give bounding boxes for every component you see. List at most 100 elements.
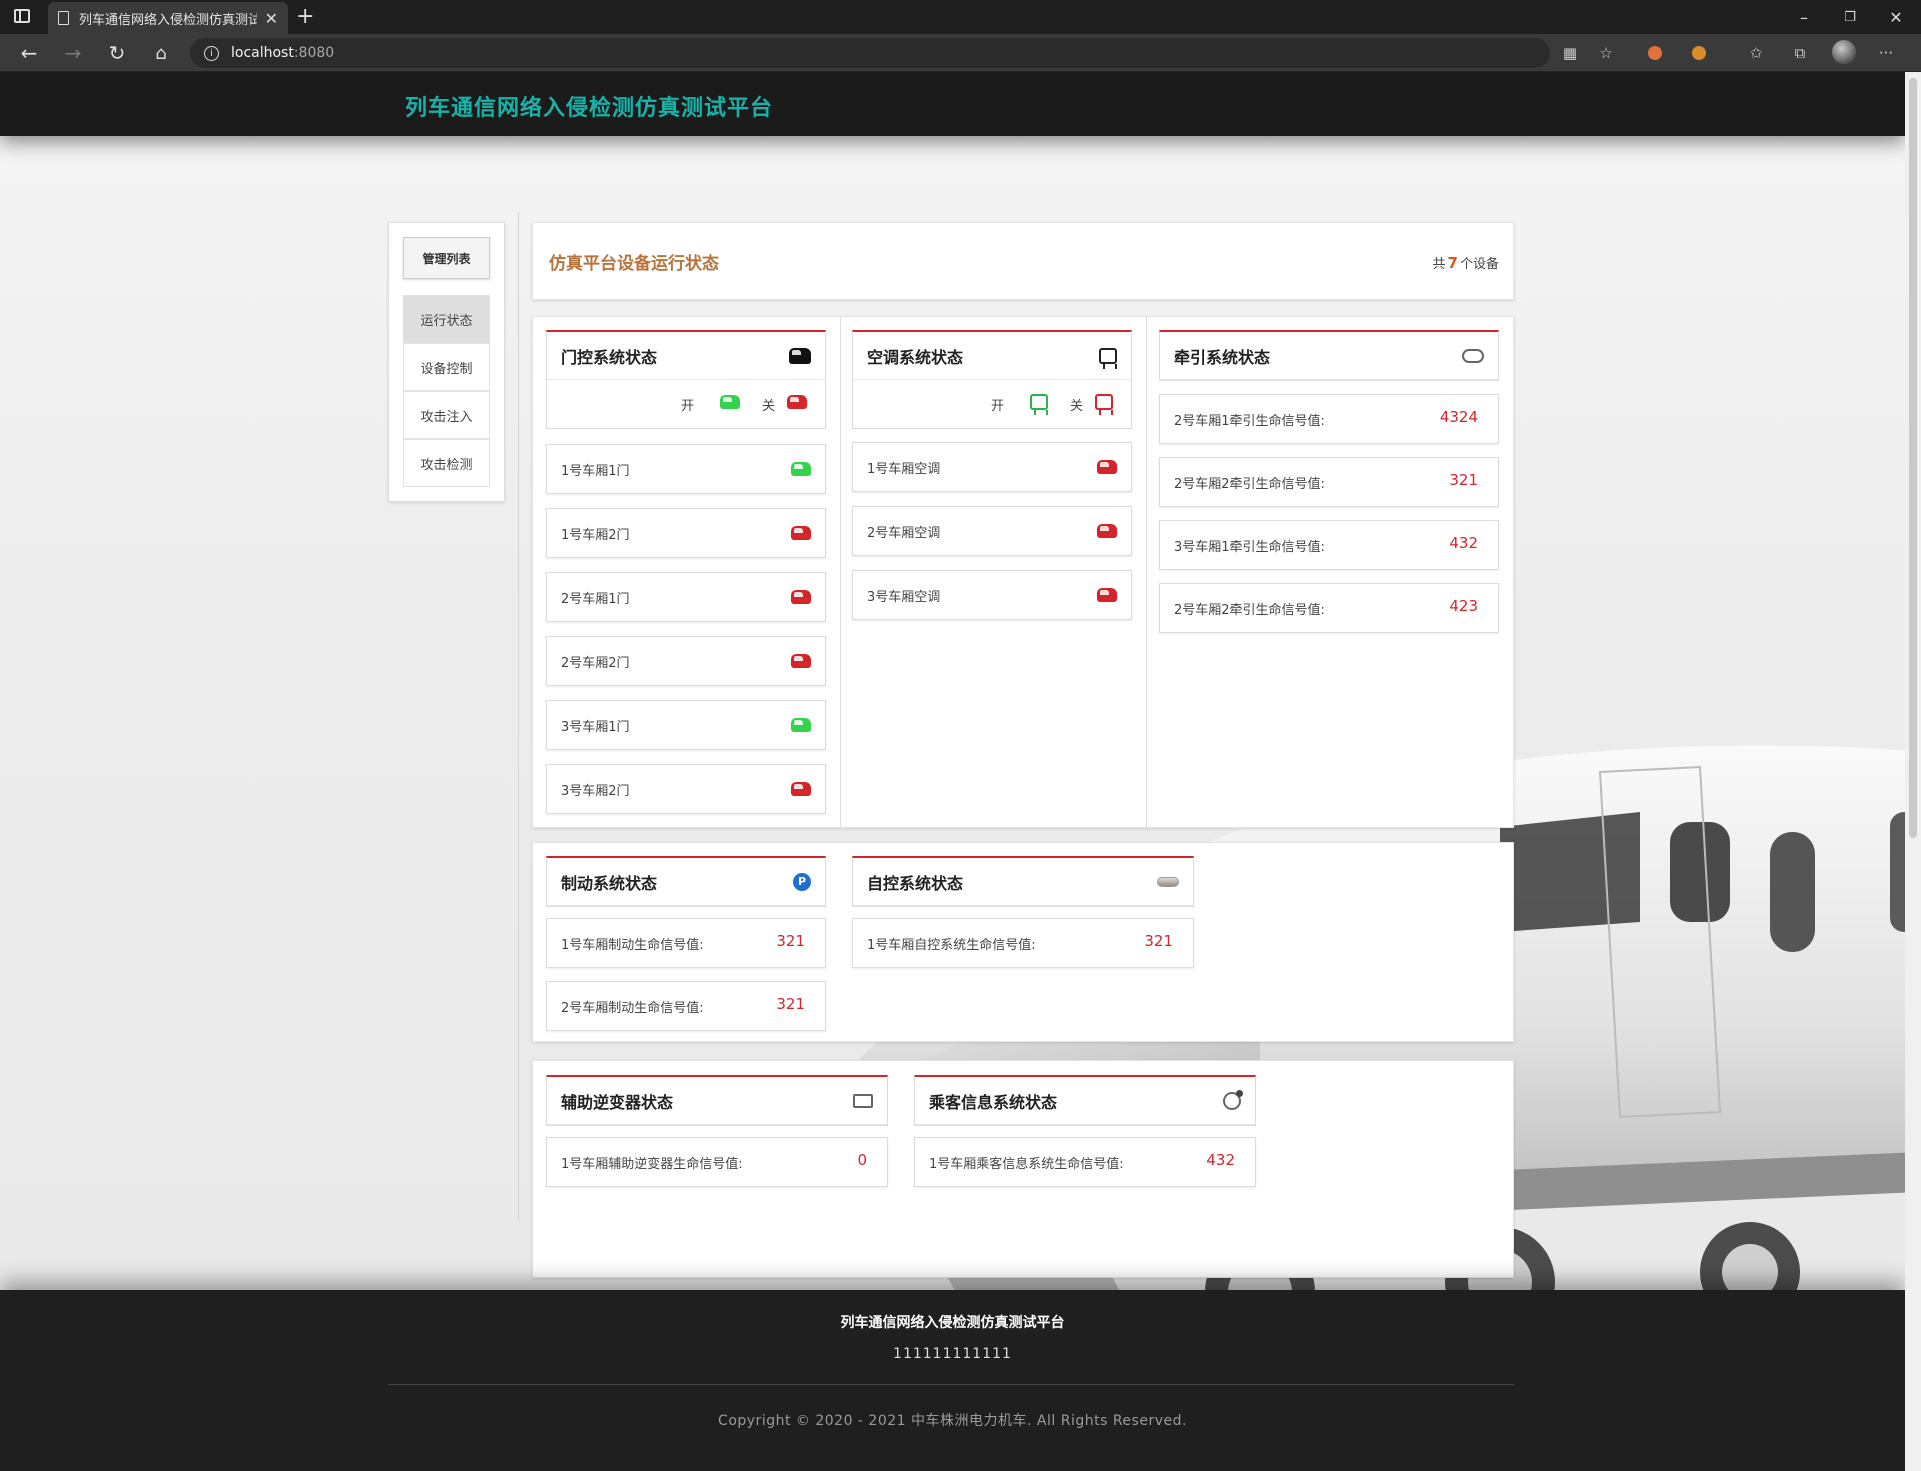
door-item: 2号车厢1门	[546, 572, 826, 622]
door-item: 1号车厢2门	[546, 508, 826, 558]
new-tab-icon[interactable]: +	[296, 4, 314, 29]
auto-item-label: 1号车厢自控系统生命信号值:	[867, 937, 1036, 953]
brake-system-title: 制动系统状态	[561, 873, 658, 893]
inverter-item: 1号车厢辅助逆变器生命信号值: 0	[546, 1137, 888, 1187]
traction-item: 2号车厢2牵引生命信号值: 321	[1159, 457, 1499, 507]
traction-system-card: 牵引系统状态	[1159, 330, 1499, 381]
traction-item-value: 321	[1449, 471, 1478, 489]
pis-system-card: 乘客信息系统状态	[914, 1075, 1256, 1126]
vertical-scrollbar[interactable]	[1905, 72, 1921, 1471]
browser-tab[interactable]: 列车通信网络入侵检测仿真测试 ✕	[48, 2, 288, 34]
door-item: 3号车厢2门	[546, 764, 826, 814]
legend-close-label: 关	[761, 398, 775, 414]
ac-off-icon	[1097, 524, 1117, 538]
favorite-star-icon[interactable]: ☆	[1596, 44, 1616, 62]
traction-item: 2号车厢2牵引生命信号值: 423	[1159, 583, 1499, 633]
brake-item: 2号车厢制动生命信号值: 321	[546, 981, 826, 1031]
brake-item-label: 1号车厢制动生命信号值:	[561, 937, 704, 953]
inverter-item-label: 1号车厢辅助逆变器生命信号值:	[561, 1156, 743, 1172]
train-icon	[1157, 876, 1179, 887]
ac-off-icon	[1095, 394, 1113, 415]
device-count: 共 7 个设备	[1432, 254, 1499, 272]
close-tab-icon[interactable]: ✕	[265, 9, 278, 28]
auto-item: 1号车厢自控系统生命信号值: 321	[852, 918, 1194, 968]
cookie-extension-icon[interactable]	[1692, 46, 1706, 60]
ac-item: 1号车厢空调	[852, 442, 1132, 492]
collections-icon[interactable]: ⧉	[1790, 44, 1810, 62]
column-divider	[840, 317, 841, 829]
close-window-icon[interactable]: ✕	[1873, 0, 1919, 34]
home-icon[interactable]: ⌂	[146, 40, 176, 66]
ac-off-icon	[1097, 588, 1117, 602]
back-icon[interactable]: ←	[14, 40, 44, 66]
ac-system-title: 空调系统状态	[867, 347, 964, 367]
traction-system-title: 牵引系统状态	[1174, 347, 1271, 367]
site-info-icon[interactable]: i	[204, 45, 219, 61]
pis-item: 1号车厢乘客信息系统生命信号值: 432	[914, 1137, 1256, 1187]
extension-icon[interactable]	[1648, 46, 1662, 60]
ac-system-card: 空调系统状态 开 关	[852, 330, 1132, 429]
favorites-icon[interactable]: ✩	[1746, 44, 1766, 62]
door-open-icon	[791, 718, 811, 732]
footer-title: 列车通信网络入侵检测仿真测试平台	[840, 1315, 1065, 1331]
site-header: 列车通信网络入侵检测仿真测试平台	[0, 72, 1905, 136]
ac-item: 3号车厢空调	[852, 570, 1132, 620]
inverter-system-title: 辅助逆变器状态	[561, 1092, 674, 1112]
door-legend: 开 关	[547, 380, 825, 428]
sidebar: 管理列表 运行状态 设备控制 攻击注入 攻击检测	[388, 222, 505, 502]
brake-item-value: 321	[776, 995, 805, 1013]
door-system-card: 门控系统状态 开 关	[546, 330, 826, 429]
traction-item-label: 2号车厢1牵引生命信号值:	[1174, 413, 1325, 429]
app-grid-icon[interactable]: ▦	[1560, 44, 1580, 62]
ac-legend: 开 关	[853, 380, 1131, 428]
traction-item: 3号车厢1牵引生命信号值: 432	[1159, 520, 1499, 570]
auto-item-value: 321	[1144, 932, 1173, 950]
profile-avatar[interactable]	[1832, 40, 1856, 64]
door-closed-icon	[791, 782, 811, 796]
sidebar-item-run-status[interactable]: 运行状态	[403, 295, 490, 343]
ac-item-label: 1号车厢空调	[867, 461, 941, 477]
air-conditioner-icon	[1099, 347, 1117, 369]
inverter-system-card: 辅助逆变器状态	[546, 1075, 888, 1126]
pis-item-label: 1号车厢乘客信息系统生命信号值:	[929, 1156, 1124, 1172]
sidebar-item-attack-injection[interactable]: 攻击注入	[403, 391, 490, 439]
brake-item: 1号车厢制动生命信号值: 321	[546, 918, 826, 968]
sidebar-heading: 管理列表	[403, 237, 490, 279]
scrollbar-thumb[interactable]	[1909, 78, 1917, 838]
traction-item-value: 4324	[1439, 408, 1478, 426]
minimize-icon[interactable]: –	[1781, 0, 1827, 34]
door-item: 1号车厢1门	[546, 444, 826, 494]
site-footer: 列车通信网络入侵检测仿真测试平台 111111111111 Copyright …	[0, 1290, 1905, 1471]
more-menu-icon[interactable]: ···	[1876, 44, 1896, 62]
auto-system-title: 自控系统状态	[867, 873, 964, 893]
door-item-label: 1号车厢2门	[561, 527, 630, 543]
door-item: 2号车厢2门	[546, 636, 826, 686]
traction-item: 2号车厢1牵引生命信号值: 4324	[1159, 394, 1499, 444]
traction-item-label: 3号车厢1牵引生命信号值:	[1174, 539, 1325, 555]
device-count-number: 7	[1447, 254, 1458, 272]
brake-system-card: 制动系统状态 P	[546, 856, 826, 907]
sidebar-item-device-control[interactable]: 设备控制	[403, 343, 490, 391]
column-divider	[1146, 317, 1147, 829]
restore-icon[interactable]: ❐	[1827, 0, 1873, 34]
traction-item-label: 2号车厢2牵引生命信号值:	[1174, 476, 1325, 492]
door-item-label: 1号车厢1门	[561, 463, 630, 479]
traction-item-value: 423	[1449, 597, 1478, 615]
site-title[interactable]: 列车通信网络入侵检测仿真测试平台	[405, 90, 773, 122]
door-closed-icon	[791, 590, 811, 604]
sidebar-item-attack-detection[interactable]: 攻击检测	[403, 439, 490, 487]
door-item-label: 2号车厢1门	[561, 591, 630, 607]
refresh-icon[interactable]: ↻	[102, 40, 132, 66]
url-host: localhost	[231, 45, 294, 61]
ac-off-icon	[1097, 460, 1117, 474]
ac-item-label: 2号车厢空调	[867, 525, 941, 541]
tab-actions-icon[interactable]	[14, 9, 30, 23]
footer-divider	[388, 1384, 1514, 1385]
pis-system-title: 乘客信息系统状态	[929, 1092, 1058, 1112]
forward-icon[interactable]: →	[58, 40, 88, 66]
page-icon	[58, 11, 69, 25]
footer-copyright: Copyright © 2020 - 2021 中车株洲电力机车. All Ri…	[718, 1413, 1187, 1429]
page: 列车通信网络入侵检测仿真测试平台 管理列表 运行状态 设备控制 攻击注入 攻击检…	[0, 72, 1905, 1471]
door-open-icon	[719, 395, 740, 409]
url-input[interactable]: i localhost:8080	[190, 38, 1550, 68]
